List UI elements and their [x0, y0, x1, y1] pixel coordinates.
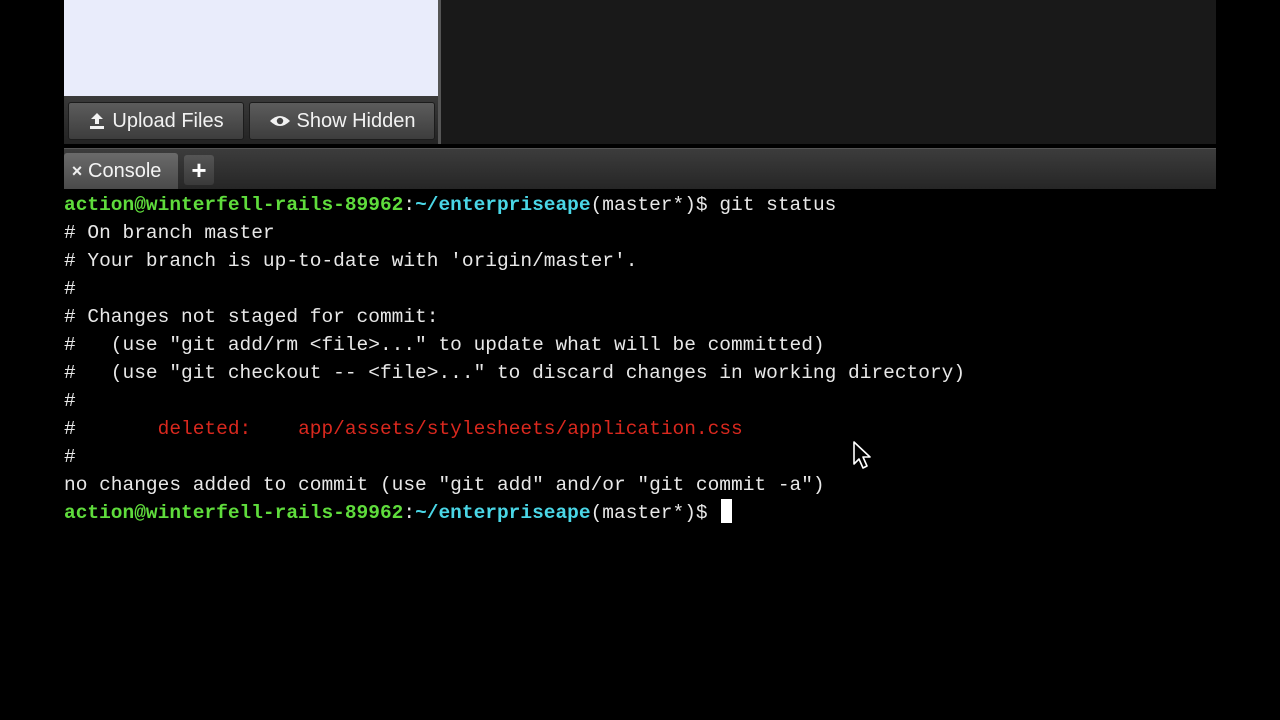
prompt-user-host: action@winterfell-rails-89962	[64, 502, 404, 524]
terminal-output-line: # (use "git checkout -- <file>..." to di…	[64, 362, 966, 384]
prompt-branch: (master*)$	[590, 502, 720, 524]
show-hidden-label: Show Hidden	[296, 110, 416, 132]
terminal-output-line: # Your branch is up-to-date with 'origin…	[64, 250, 638, 272]
prompt-branch: (master*)$	[590, 194, 720, 216]
add-tab-button[interactable]: +	[184, 155, 214, 185]
terminal-console[interactable]: action@winterfell-rails-89962:~/enterpri…	[64, 191, 1216, 720]
deleted-prefix: #	[64, 418, 158, 440]
terminal-output-line: no changes added to commit (use "git add…	[64, 474, 825, 496]
prompt-user-host: action@winterfell-rails-89962	[64, 194, 404, 216]
terminal-deleted-line: # deleted: app/assets/stylesheets/applic…	[64, 415, 743, 443]
tab-console[interactable]: × Console	[64, 153, 178, 189]
file-actions-bar: Upload Files Show Hidden	[64, 96, 438, 144]
prompt-path: ~/enterpriseape	[415, 194, 591, 216]
terminal-output-line: # (use "git add/rm <file>..." to update …	[64, 334, 825, 356]
show-hidden-button[interactable]: Show Hidden	[249, 102, 435, 140]
terminal-output-line: #	[64, 446, 76, 468]
mouse-pointer-icon	[853, 441, 871, 469]
deleted-label: deleted:	[157, 418, 299, 440]
upload-files-label: Upload Files	[112, 110, 224, 132]
upload-icon	[90, 113, 105, 129]
prompt-path: ~/enterpriseape	[415, 502, 591, 524]
prompt-colon: :	[403, 194, 416, 216]
deleted-file: app/assets/stylesheets/application.css	[298, 418, 743, 440]
editor-area[interactable]	[441, 0, 1216, 144]
terminal-output-line: #	[64, 390, 76, 412]
ide-window: Upload Files Show Hidden × Console + act…	[64, 0, 1216, 720]
upload-files-button[interactable]: Upload Files	[68, 102, 244, 140]
terminal-output-line: # On branch master	[64, 222, 275, 244]
tab-console-label: Console	[88, 159, 162, 182]
close-icon[interactable]: ×	[70, 161, 84, 182]
terminal-prompt-line: action@winterfell-rails-89962:~/enterpri…	[64, 499, 733, 527]
terminal-command: git status	[719, 194, 837, 216]
text-cursor	[721, 499, 733, 523]
console-tab-bar: × Console +	[64, 148, 1216, 189]
terminal-output-line: # Changes not staged for commit:	[64, 306, 439, 328]
terminal-command-line: action@winterfell-rails-89962:~/enterpri…	[64, 191, 836, 219]
terminal-output-line: #	[64, 278, 76, 300]
eye-icon	[269, 116, 290, 126]
prompt-colon: :	[403, 502, 416, 524]
file-browser-panel: Upload Files Show Hidden	[64, 0, 441, 144]
file-list[interactable]	[64, 0, 438, 96]
